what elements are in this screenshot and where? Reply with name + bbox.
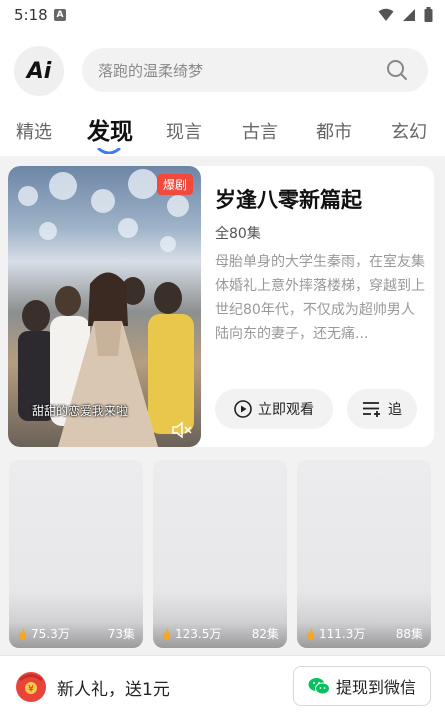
view-count: 75.3万 [17, 625, 70, 642]
drama-card-meta: 75.3万 73集 [9, 622, 143, 648]
withdraw-label: 提现到微信 [335, 678, 416, 697]
search-placeholder: 落跑的温柔绮梦 [98, 62, 204, 80]
wifi-icon [378, 8, 394, 21]
drama-card-meta: 111.3万 88集 [297, 622, 431, 648]
featured-description-wrap: 母胎单身的大学生秦雨，在室友集体婚礼上意外摔落楼梯，穿越到上世纪80年代，不仅成… [215, 250, 425, 346]
status-bar: 5:18 A [0, 0, 445, 32]
play-icon [234, 400, 252, 418]
search-icon[interactable] [386, 59, 408, 81]
app-logo[interactable]: Ai [14, 46, 64, 96]
tab-guyan[interactable]: 古言 [242, 118, 278, 144]
svg-text:¥: ¥ [28, 685, 34, 695]
top-header: Ai 落跑的温柔绮梦 精选 发现 现言 古言 都市 玄幻 [0, 32, 445, 156]
view-count: 123.5万 [161, 625, 221, 642]
notification-a-icon: A [54, 9, 66, 21]
battery-icon [424, 7, 433, 22]
active-tab-indicator [97, 148, 121, 154]
tab-faxian-label: 发现 [87, 119, 133, 145]
follow-label: 追 [388, 402, 402, 418]
drama-card[interactable]: 111.3万 88集 [297, 460, 431, 648]
tab-jingxuan[interactable]: 精选 [16, 118, 52, 144]
withdraw-to-wechat-button[interactable]: 提现到微信 [293, 666, 431, 706]
featured-poster[interactable]: 爆剧 甜甜的恋爱我来啦 [8, 166, 201, 447]
hot-badge: 爆剧 [156, 174, 193, 195]
red-envelope-icon[interactable]: ¥ [14, 669, 48, 703]
flame-icon [163, 627, 170, 640]
status-right-icons [378, 7, 433, 22]
flame-icon [19, 627, 26, 640]
poster-caption: 甜甜的恋爱我来啦 [32, 404, 129, 418]
episode-count: 82集 [251, 627, 279, 641]
watch-now-button[interactable]: 立即观看 [215, 389, 333, 429]
view-count: 111.3万 [305, 625, 365, 642]
view-count-text: 111.3万 [319, 627, 366, 641]
tab-faxian[interactable]: 发现 [87, 112, 133, 154]
featured-drama-card[interactable]: 爆剧 甜甜的恋爱我来啦 岁逢八零新篇起 全80集 母胎单身的大学生秦雨，在室友集… [8, 166, 434, 447]
new-user-reward-bar: ¥ 新人礼，送1元 提现到微信 [0, 655, 445, 713]
add-to-list-icon [363, 402, 380, 417]
featured-description: 母胎单身的大学生秦雨，在室友集体婚礼上意外摔落楼梯，穿越到上世纪80年代，不仅成… [215, 254, 425, 342]
signal-icon [403, 8, 415, 21]
episode-count: 88集 [395, 627, 423, 641]
wechat-icon [308, 677, 330, 694]
flame-icon [307, 627, 314, 640]
drama-card-meta: 123.5万 82集 [153, 622, 287, 648]
mute-icon[interactable] [171, 421, 193, 439]
new-user-gift-text: 新人礼，送1元 [57, 680, 170, 700]
follow-button[interactable]: 追 [347, 389, 417, 429]
episode-count: 73集 [107, 627, 135, 641]
search-bar[interactable]: 落跑的温柔绮梦 [82, 48, 428, 92]
tab-xuanhuan[interactable]: 玄幻 [391, 118, 427, 144]
watch-now-label: 立即观看 [258, 402, 314, 418]
logo-text: Ai [26, 58, 52, 84]
tab-xianyan[interactable]: 现言 [166, 118, 202, 144]
tab-dushi[interactable]: 都市 [316, 118, 352, 144]
view-count-text: 123.5万 [175, 627, 222, 641]
app-screen: 5:18 A Ai 落跑的温柔绮梦 精选 发现 现言 古言 都市 玄幻 爆剧 甜… [0, 0, 445, 713]
status-time: 5:18 [14, 6, 48, 24]
featured-episode-count: 全80集 [215, 226, 261, 242]
view-count-text: 75.3万 [31, 627, 70, 641]
featured-title[interactable]: 岁逢八零新篇起 [215, 184, 362, 214]
category-tabs: 精选 发现 现言 古言 都市 玄幻 [0, 112, 445, 154]
drama-card[interactable]: 75.3万 73集 [9, 460, 143, 648]
drama-card[interactable]: 123.5万 82集 [153, 460, 287, 648]
